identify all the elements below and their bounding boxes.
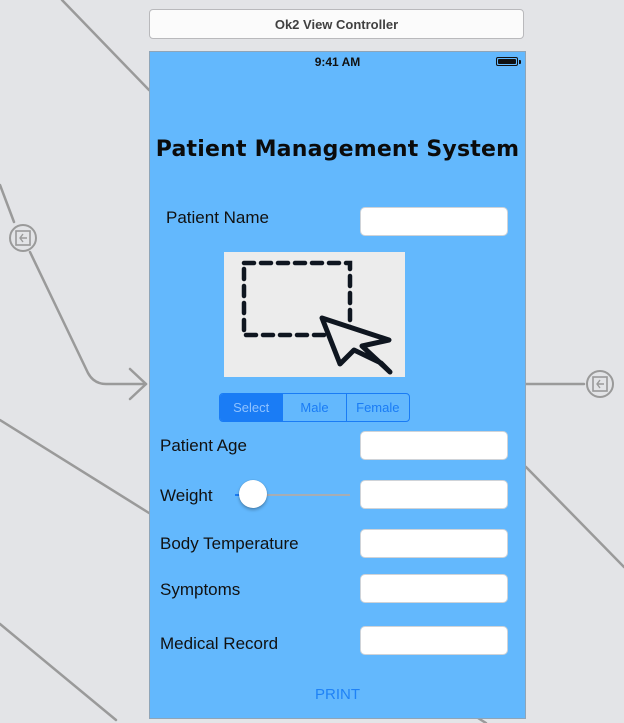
battery-full-icon xyxy=(496,57,518,66)
medical-record-field[interactable] xyxy=(360,626,508,655)
print-button[interactable]: PRINT xyxy=(150,686,525,703)
status-bar-time: 9:41 AM xyxy=(314,55,361,69)
scene-title-bar[interactable]: Ok2 View Controller xyxy=(149,9,524,39)
medical-record-label: Medical Record xyxy=(160,634,279,653)
slider-thumb[interactable] xyxy=(239,480,267,508)
symptoms-field[interactable] xyxy=(360,574,508,603)
patient-name-field[interactable] xyxy=(360,207,508,236)
weight-label: Weight xyxy=(160,486,213,505)
segue-connector-icon-left xyxy=(9,224,37,252)
segment-male[interactable]: Male xyxy=(282,394,345,421)
symptoms-label: Symptoms xyxy=(160,580,241,599)
patient-name-label: Patient Name xyxy=(166,208,269,227)
gender-segmented-control[interactable]: Select Male Female xyxy=(219,393,410,422)
patient-age-label: Patient Age xyxy=(160,436,247,455)
segment-select[interactable]: Select xyxy=(220,394,283,421)
patient-image-view[interactable] xyxy=(224,252,405,377)
patient-age-field[interactable] xyxy=(360,431,508,460)
body-temperature-label: Body Temperature xyxy=(160,534,299,553)
weight-field[interactable] xyxy=(360,480,508,509)
weight-slider[interactable] xyxy=(235,480,350,510)
selection-cursor-icon xyxy=(241,260,393,375)
view-controller-screen: 9:41 AM Patient Management System Patien… xyxy=(149,51,526,719)
scene-title: Ok2 View Controller xyxy=(274,16,399,32)
battery-tip xyxy=(519,60,521,64)
segment-female[interactable]: Female xyxy=(345,394,409,421)
segue-connector-icon-right xyxy=(586,370,614,398)
page-title: Patient Management System xyxy=(155,137,520,162)
body-temperature-field[interactable] xyxy=(360,529,508,558)
